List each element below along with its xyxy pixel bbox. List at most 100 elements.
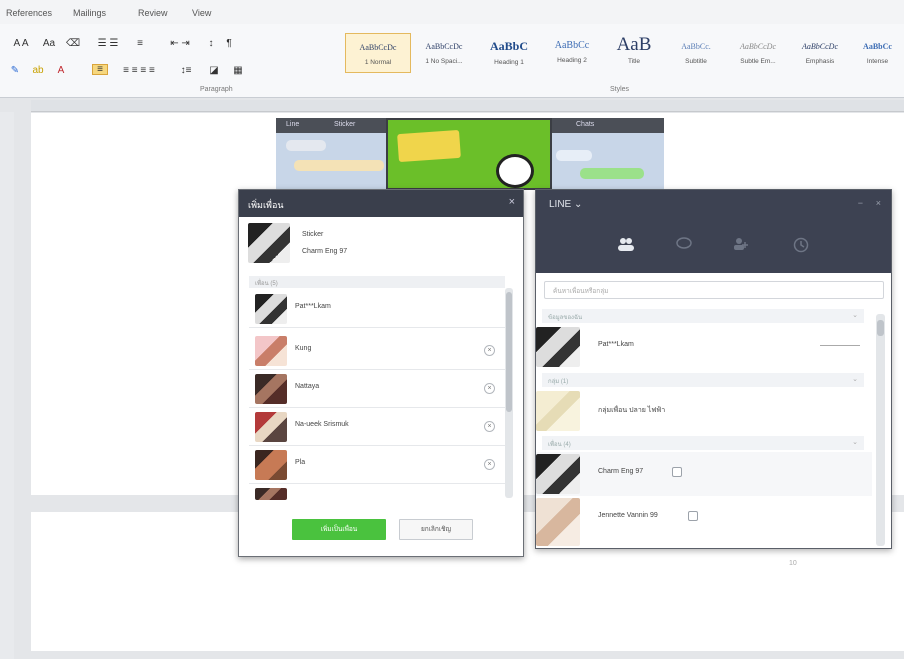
list-item[interactable]: กลุ่มเพื่อน ปลาย ไฟฟ้า [536, 389, 872, 433]
style-name: 1 No Spaci... [425, 58, 463, 65]
avatar [255, 294, 287, 324]
add-friend-icon[interactable] [733, 237, 749, 254]
contact-list-scrollbar[interactable] [876, 314, 885, 546]
remove-icon[interactable]: × [484, 383, 495, 394]
my-profile-section[interactable]: ข้อมูลของฉัน ⌄ [542, 309, 864, 323]
remove-icon[interactable]: × [484, 459, 495, 470]
style-subtitle[interactable]: AaBbCc. Subtitle [665, 33, 727, 73]
multilevel-list-icon[interactable]: ≡ [130, 38, 150, 49]
remove-icon[interactable]: × [484, 345, 495, 356]
friend-name: Kung [295, 345, 312, 352]
shading-icon[interactable]: ◪ [204, 65, 224, 76]
search-input[interactable]: ค้นหาเพื่อนหรือกลุ่ม [544, 281, 884, 299]
line-app-window: LINE ⌄ − × ค้นหาเพื่อนหรือกลุ่ม ข้อมูลขอ… [535, 189, 892, 549]
change-case-icon[interactable]: Aa [40, 38, 58, 49]
style-title[interactable]: AaB Title [603, 33, 665, 73]
font-size-icon[interactable]: A A [6, 38, 36, 49]
friend-name: Pla [295, 459, 306, 466]
style-name: 1 Normal [364, 59, 392, 66]
section-label: กลุ่ม (1) [548, 379, 569, 385]
chat-bubble [556, 150, 592, 161]
list-item[interactable]: Nattaya × [249, 370, 505, 408]
vertical-ruler[interactable] [0, 112, 14, 659]
friend-list: Pat***Lkam Kung × Nattaya × Na-ueek Sris… [239, 288, 523, 500]
chat-bubble [294, 160, 384, 171]
friends-icon[interactable] [616, 237, 636, 254]
avatar [255, 336, 287, 366]
style-name: Subtle Em... [740, 58, 776, 65]
style-heading-2[interactable]: AaBbCc Heading 2 [541, 33, 603, 73]
list-item[interactable]: Pat***Lkam [536, 325, 872, 369]
list-item[interactable]: Jennette Vannin 99 [536, 496, 872, 548]
friend-name: Pat***Lkam [295, 303, 331, 310]
scrollbar-thumb[interactable] [506, 292, 512, 412]
close-icon[interactable]: × [876, 198, 881, 208]
style-subtle-emphasis[interactable]: AaBbCcDc Subtle Em... [727, 33, 789, 73]
line-header: LINE ⌄ − × [536, 190, 891, 273]
style-name: Heading 2 [557, 57, 587, 64]
avatar [255, 374, 287, 404]
style-name: Heading 1 [494, 59, 524, 66]
scrollbar-thumb[interactable] [877, 320, 884, 336]
style-heading-1[interactable]: AaBbC Heading 1 [477, 33, 541, 73]
highlight-icon[interactable]: ✎ [8, 65, 22, 76]
style-normal[interactable]: AaBbCcDc 1 Normal [345, 33, 411, 73]
style-preview: AaBbCc [863, 42, 892, 51]
tab-view[interactable]: View [192, 8, 211, 18]
list-item[interactable]: Pat***Lkam [249, 290, 505, 328]
bullets-icon[interactable]: ☰ ☰ [88, 38, 128, 49]
groups-section[interactable]: กลุ่ม (1) ⌄ [542, 373, 864, 387]
list-item[interactable]: Na-ueek Srismuk × [249, 408, 505, 446]
friends-section[interactable]: เพื่อน (4) ⌄ [542, 436, 864, 450]
clear-format-icon[interactable]: ⌫ [66, 38, 80, 49]
sort-icon[interactable]: ↕ [204, 38, 218, 49]
list-item[interactable]: Kung × [249, 332, 505, 370]
style-intense[interactable]: AaBbCc Intense [851, 33, 904, 73]
avatar [536, 498, 580, 546]
chat-bubble [580, 168, 644, 179]
ribbon-tabs: References Mailings Review View [0, 0, 904, 24]
history-icon[interactable] [793, 237, 809, 256]
style-no-spacing[interactable]: AaBbCcDc 1 No Spaci... [411, 33, 477, 73]
dialog-scrollbar[interactable] [505, 288, 513, 498]
line-spacing-icon[interactable]: ↕≡ [174, 65, 198, 76]
avatar [255, 488, 287, 500]
tab-review[interactable]: Review [138, 8, 168, 18]
collage-title-left: Line [286, 121, 300, 128]
style-emphasis[interactable]: AaBbCcDc Emphasis [789, 33, 851, 73]
chat-icon[interactable] [676, 237, 692, 254]
dialog-title: เพิ่มเพื่อน [248, 200, 284, 210]
minimize-icon[interactable]: − [858, 198, 863, 208]
font-color-icon[interactable]: A [54, 65, 68, 76]
close-icon[interactable]: × [509, 196, 515, 208]
list-item[interactable]: Charm Eng 97 [536, 452, 872, 496]
horizontal-ruler[interactable] [31, 100, 904, 112]
page-number: 10 [789, 560, 797, 567]
chevron-down-icon: ⌄ [852, 312, 858, 319]
style-name: Emphasis [805, 58, 835, 65]
profile-line-1: Sticker [302, 231, 324, 238]
style-preview: AaBbCcDc [425, 42, 463, 51]
official-badge-icon [688, 511, 698, 521]
style-preview: AaBbCcDc [359, 43, 397, 52]
style-name: Subtitle [685, 58, 707, 65]
app-title[interactable]: LINE ⌄ [549, 199, 582, 210]
align-left-icon[interactable]: ≡ [92, 64, 108, 75]
borders-icon[interactable]: ▦ [228, 65, 248, 76]
dialog-header: เพิ่มเพื่อน × [239, 190, 523, 217]
add-friend-button[interactable]: เพิ่มเป็นเพื่อน [292, 519, 386, 540]
pilcrow-icon[interactable]: ¶ [222, 38, 236, 49]
text-highlight-icon[interactable]: ab [28, 65, 48, 76]
cancel-invite-button[interactable]: ยกเลิกเชิญ [399, 519, 473, 540]
avatar [536, 391, 580, 431]
avatar [536, 454, 580, 494]
collage-title-mid: Sticker [334, 121, 356, 128]
tab-references[interactable]: References [6, 8, 52, 18]
profile-line-2: Charm Eng 97 [302, 248, 348, 255]
list-item[interactable]: Pla × [249, 446, 505, 484]
indent-icon[interactable]: ⇤ ⇥ [160, 38, 200, 49]
tab-mailings[interactable]: Mailings [73, 8, 106, 18]
align-icons[interactable]: ≡ ≡ ≡ ≡ [112, 65, 166, 76]
chevron-down-icon: ⌄ [852, 376, 858, 383]
remove-icon[interactable]: × [484, 421, 495, 432]
